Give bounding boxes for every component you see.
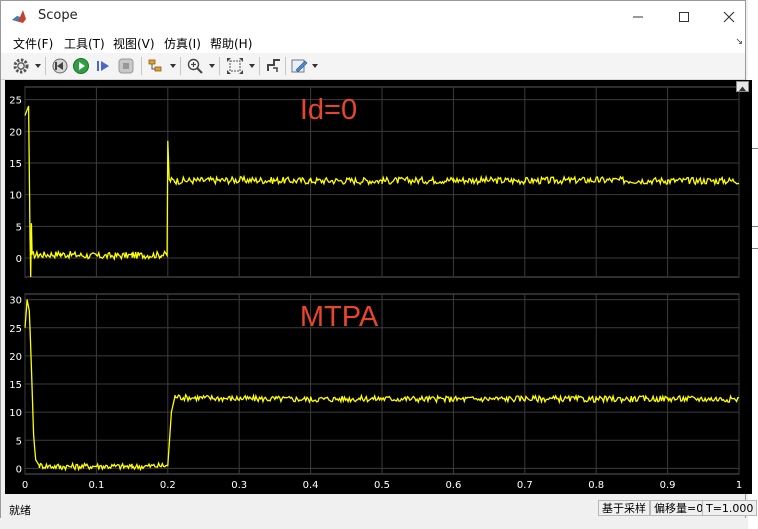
maximize-button[interactable] [661, 1, 707, 31]
cursor-icon[interactable] [265, 57, 283, 75]
y-tick-label: 10 [9, 191, 22, 202]
toolbar-separator [259, 57, 260, 75]
dropdown-arrow-icon[interactable] [35, 63, 41, 69]
highlight-icon[interactable] [147, 57, 165, 75]
background-line [752, 248, 758, 249]
dropdown-arrow-icon[interactable] [312, 63, 318, 69]
matlab-icon [12, 10, 26, 23]
status-bar: 就绪 基于采样 偏移量=0 T=1.000 [1, 499, 758, 518]
menu-tools[interactable]: 工具(T) [64, 35, 105, 52]
scope-window: Scope 文件(F) 工具(T) 视图(V) 仿真(I) 帮助(H) ↘ 0 … [0, 0, 758, 518]
plot-annotation: Id=0 [300, 94, 357, 126]
maximize-icon [679, 12, 689, 22]
y-tick-label: 30 [9, 296, 22, 307]
expand-icon [739, 86, 746, 91]
scope-axes: 0510152025 Id=00510152025300 0.1 0.2 0.3 0.4 0… [9, 86, 742, 491]
y-tick-label: 0 [16, 464, 22, 475]
x-tick-label: 0 [22, 480, 28, 491]
close-button[interactable] [706, 1, 752, 31]
dropdown-arrow-icon[interactable] [209, 63, 215, 69]
y-tick-label: 15 [9, 380, 22, 391]
menu-file[interactable]: 文件(F) [13, 35, 53, 52]
x-tick-label: 0.1 [88, 480, 104, 491]
toolbar-separator [285, 57, 286, 75]
x-tick-label: 0.7 [517, 480, 533, 491]
y-tick-label: 0 [16, 254, 22, 265]
y-tick-label: 20 [9, 127, 22, 138]
minimize-icon [633, 16, 643, 18]
y-tick-label: 15 [9, 159, 22, 170]
toolbar-separator [45, 57, 46, 75]
y-tick-label: 25 [9, 96, 22, 107]
window-title: Scope [38, 8, 78, 23]
background-line [752, 148, 758, 149]
x-tick-label: 0.8 [588, 480, 604, 491]
y-tick-label: 20 [9, 352, 22, 363]
x-tick-label: 0.4 [303, 480, 319, 491]
toolbar-separator [141, 57, 142, 75]
menu-bar: 文件(F) 工具(T) 视图(V) 仿真(I) 帮助(H) ↘ [1, 31, 745, 53]
y-tick-label: 10 [9, 408, 22, 419]
stop-icon[interactable] [117, 57, 135, 75]
x-tick-label: 0.6 [445, 480, 461, 491]
scope-axes-2: 0 5 10 15 20 25 30 0 0.1 0.2 0.3 0.4 0.5 0.6 0.7 0.8 0.9… [9, 293, 742, 491]
toolbar [1, 53, 745, 80]
scope-plot-area: 0 5 10 15 20 25 Id=0 0 5 10 15 20 25 30 0 0.1 0.2 0.3 0.4 0… [5, 80, 752, 494]
title-bar[interactable]: Scope [1, 1, 745, 31]
menu-view[interactable]: 视图(V) [113, 35, 155, 52]
y-tick-label: 25 [9, 324, 22, 335]
sim-time: T=1.000 [702, 500, 758, 516]
x-tick-label: 0.9 [660, 480, 676, 491]
run-icon[interactable] [72, 57, 90, 75]
autoscale-icon[interactable] [226, 57, 244, 75]
y-tick-label: 5 [16, 222, 22, 233]
plot-annotation: MTPA [300, 301, 379, 333]
status-text: 就绪 [9, 504, 31, 517]
dock-arrow-icon[interactable]: ↘ [735, 37, 743, 47]
sample-mode: 基于采样 [598, 500, 650, 516]
dropdown-arrow-icon[interactable] [249, 63, 255, 69]
expand-button[interactable] [736, 81, 749, 92]
step-forward-icon[interactable] [94, 57, 112, 75]
close-icon [723, 11, 735, 23]
zoom-icon[interactable] [186, 57, 204, 75]
minimize-button[interactable] [615, 1, 661, 31]
menu-help[interactable]: 帮助(H) [210, 35, 252, 52]
background-line [752, 226, 758, 227]
x-tick-label: 1 [736, 480, 742, 491]
x-tick-label: 0.5 [374, 480, 390, 491]
y-tick-label: 5 [16, 436, 22, 447]
step-back-icon[interactable] [51, 57, 69, 75]
dropdown-arrow-icon[interactable] [170, 63, 176, 69]
menu-simulation[interactable]: 仿真(I) [164, 35, 201, 52]
edit-icon[interactable] [290, 57, 308, 75]
gear-icon[interactable] [12, 57, 30, 75]
x-tick-label: 0.2 [160, 480, 176, 491]
scope-axes-1: 0 5 10 15 20 25 Id=0 [9, 86, 740, 278]
offset-value: 偏移量=0 [650, 500, 708, 516]
toolbar-separator [180, 57, 181, 75]
x-tick-label: 0.3 [231, 480, 247, 491]
toolbar-separator [219, 57, 220, 75]
